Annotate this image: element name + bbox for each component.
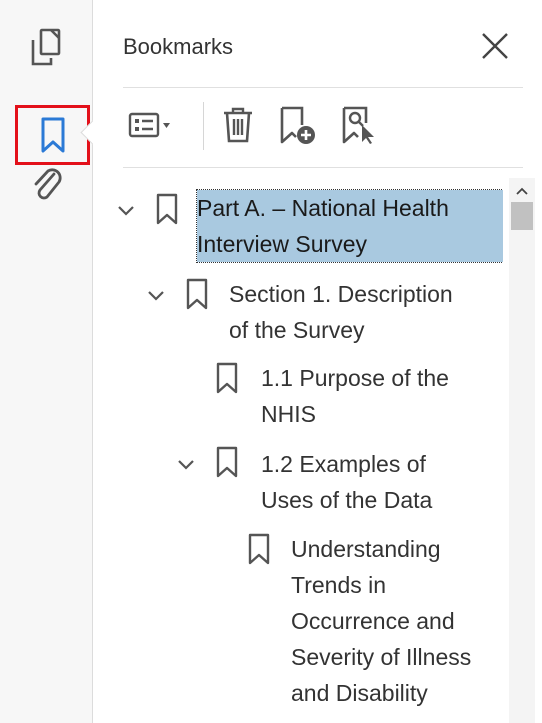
tree-item-label[interactable]: 1.1 Purpose of the NHIS <box>261 360 449 432</box>
collapse-chevron-icon[interactable] <box>115 200 137 222</box>
bookmarks-panel: Bookmarks Part A. – National Health Inte… <box>93 0 542 723</box>
options-button[interactable] <box>121 98 183 152</box>
tree-item-label[interactable]: 1.2 Examples of Uses of the Data <box>261 446 432 518</box>
bookmarks-toolbar <box>121 98 521 154</box>
bookmark-tab[interactable] <box>15 105 90 165</box>
panel-title: Bookmarks <box>123 34 234 59</box>
close-icon <box>482 33 508 59</box>
collapse-chevron-icon[interactable] <box>175 454 197 476</box>
bookmark-tree: Part A. – National Health Interview Surv… <box>93 178 503 723</box>
navigation-rail <box>0 0 93 723</box>
delete-button[interactable] <box>215 98 261 152</box>
collapse-chevron-icon[interactable] <box>145 285 167 307</box>
tree-item-label[interactable]: Section 1. Description of the Survey <box>229 276 453 348</box>
toolbar-separator <box>203 102 204 150</box>
new-bookmark-button[interactable] <box>273 98 323 152</box>
find-bookmark-icon <box>342 106 374 144</box>
bookmark-icon <box>156 193 178 225</box>
vertical-scrollbar[interactable] <box>509 178 535 723</box>
bookmark-icon <box>41 117 64 153</box>
bookmark-icon <box>216 446 238 478</box>
chevron-up-icon <box>516 187 528 195</box>
options-icon <box>128 112 170 138</box>
scroll-up-button[interactable] <box>509 180 535 202</box>
delete-icon <box>224 107 252 143</box>
bookmark-icon <box>216 362 238 394</box>
bookmark-icon <box>186 278 208 310</box>
new-bookmark-icon <box>280 106 315 144</box>
close-button[interactable] <box>477 28 513 64</box>
scroll-thumb[interactable] <box>511 202 533 230</box>
divider <box>123 167 523 168</box>
tree-item-label[interactable]: Understanding Trends in Occurrence and S… <box>291 531 471 711</box>
bookmark-icon <box>248 533 270 565</box>
attachment-icon[interactable] <box>24 162 68 206</box>
divider <box>123 87 523 88</box>
tree-item-label[interactable]: Part A. – National Health Interview Surv… <box>196 189 503 263</box>
find-bookmark-button[interactable] <box>335 98 385 152</box>
pages-icon[interactable] <box>24 26 68 70</box>
